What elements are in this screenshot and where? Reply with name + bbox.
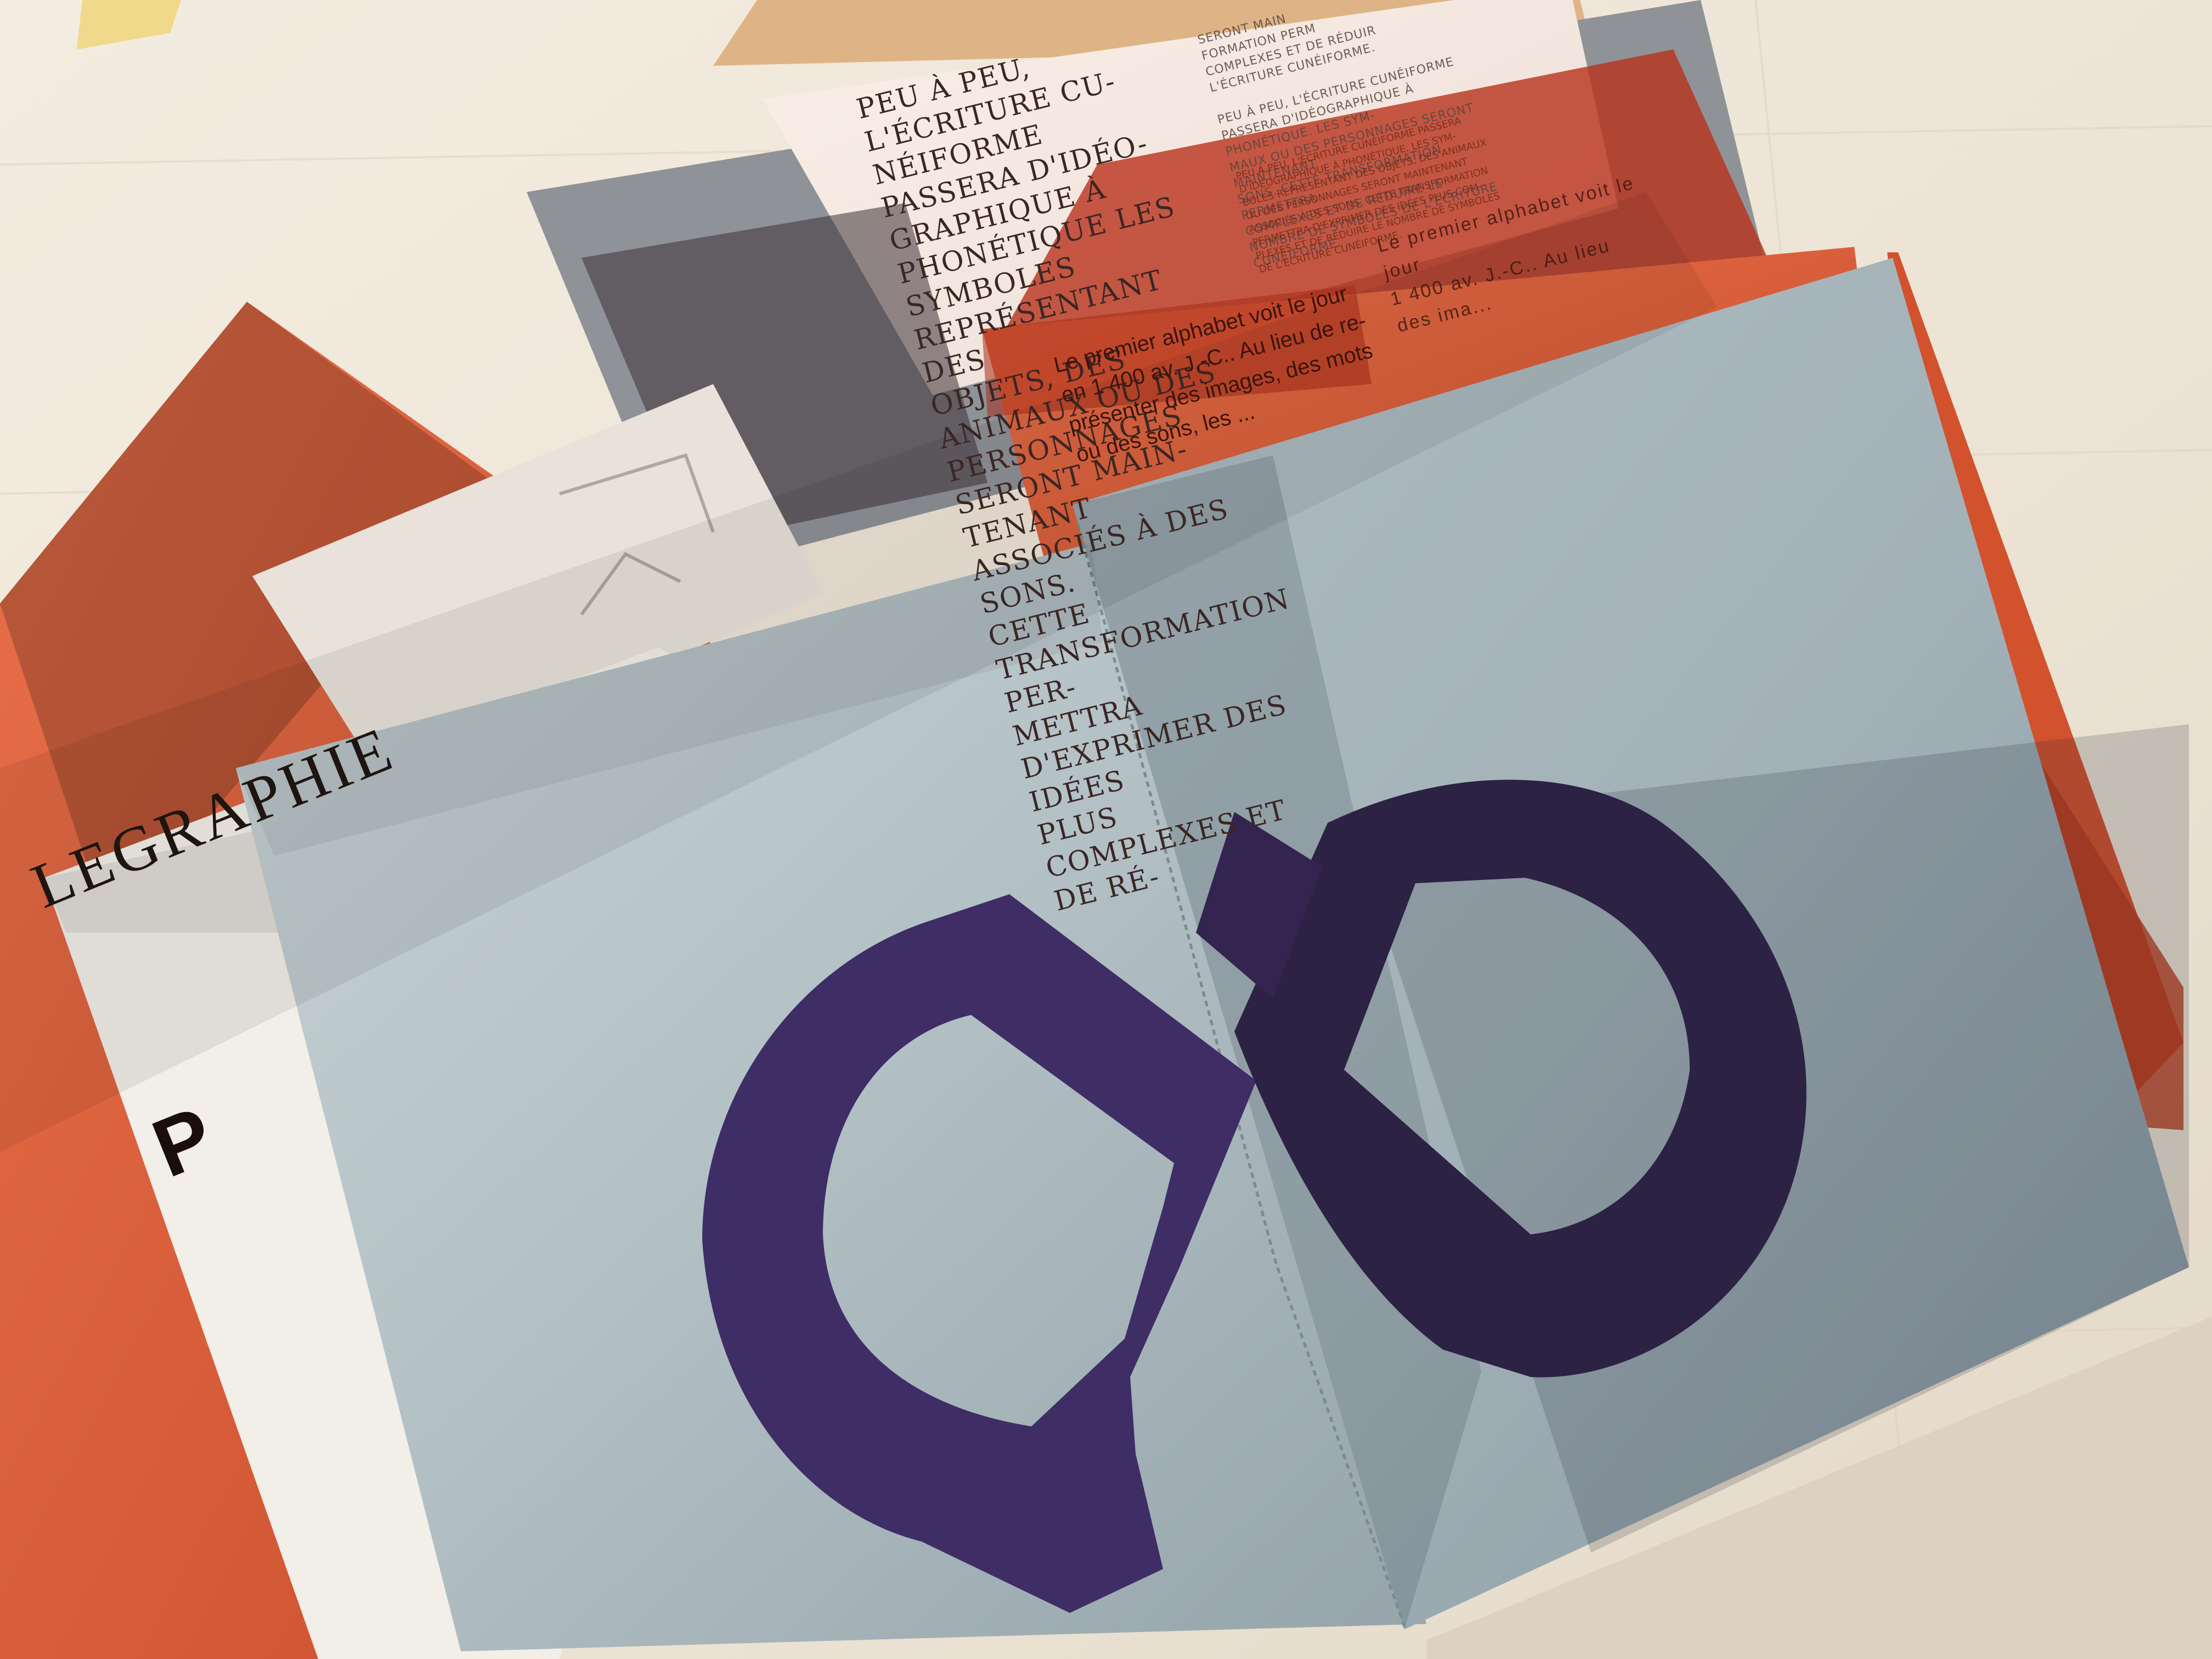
photo-scene: PEU À PEU, L'ÉCRITURE CU- NÉIFORME PASSE… xyxy=(0,0,2212,1659)
